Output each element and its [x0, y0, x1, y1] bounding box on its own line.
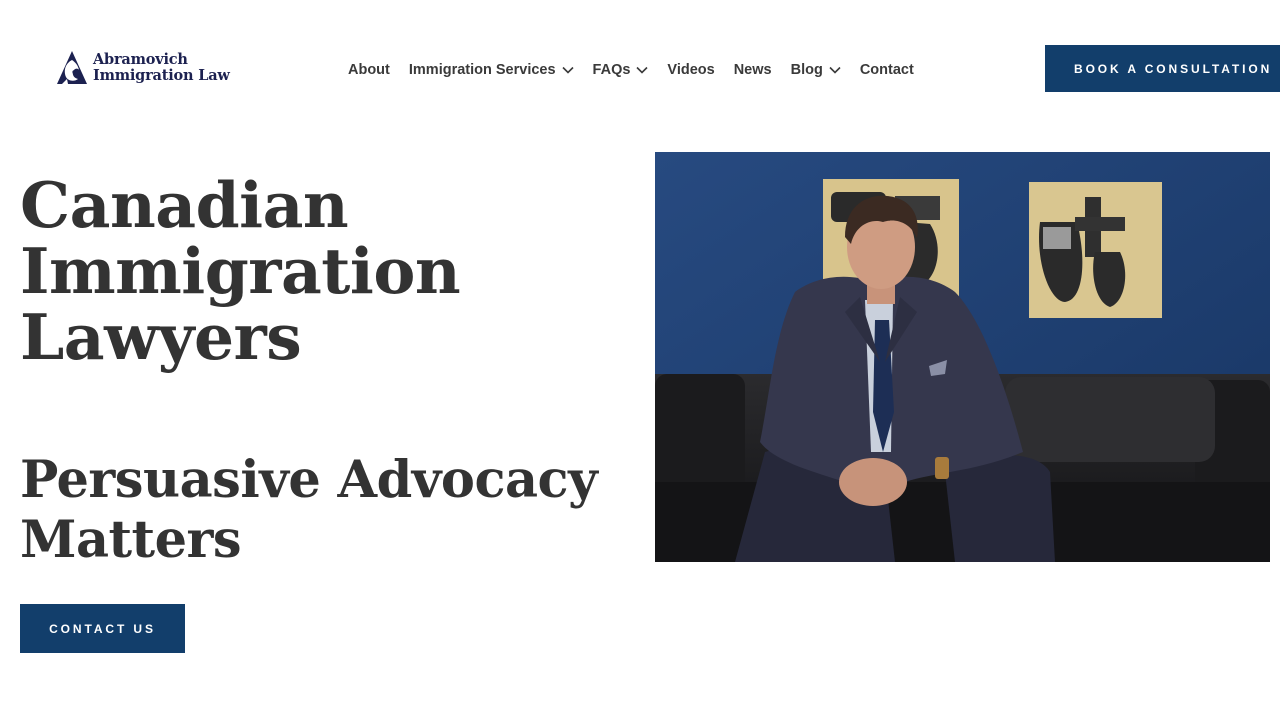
nav-label: News: [733, 62, 772, 78]
chevron-down-icon: [829, 66, 841, 74]
nav-label: Immigration Services: [408, 62, 556, 78]
nav-label: About: [348, 62, 390, 78]
hero-title-line: Lawyers: [20, 300, 302, 374]
logo-wordmark: Abramovich Immigration Law: [93, 52, 230, 84]
hero-title-line: Canadian: [20, 168, 349, 242]
nav-item-about[interactable]: About: [348, 62, 390, 78]
portrait-illustration: [655, 152, 1270, 562]
hero-title: Canadian Immigration Lawyers: [20, 172, 580, 370]
nav-label: Contact: [859, 62, 914, 78]
hero-subtitle-line: Matters: [20, 510, 242, 570]
nav-item-faqs[interactable]: FAQs: [593, 62, 649, 78]
contact-us-button[interactable]: CONTACT US: [20, 604, 185, 653]
hero-subtitle: Persuasive Advocacy Matters: [20, 450, 620, 570]
chevron-down-icon: [636, 66, 648, 74]
nav-item-immigration-services[interactable]: Immigration Services: [409, 62, 574, 78]
lion-shield-icon: [57, 51, 87, 84]
hero-title-line: Immigration: [20, 234, 461, 308]
nav-label: FAQs: [592, 62, 631, 78]
book-consultation-button[interactable]: BOOK A CONSULTATION: [1045, 45, 1280, 92]
hero-subtitle-line: Persuasive Advocacy: [20, 450, 598, 510]
logo-line-1: Abramovich: [93, 51, 188, 68]
nav-item-news[interactable]: News: [734, 62, 772, 78]
nav-label: Blog: [790, 62, 823, 78]
nav-item-contact[interactable]: Contact: [860, 62, 914, 78]
chevron-down-icon: [561, 66, 574, 74]
nav-item-blog[interactable]: Blog: [791, 62, 841, 78]
nav-label: Videos: [667, 62, 715, 78]
nav-item-videos[interactable]: Videos: [667, 62, 714, 78]
site-logo[interactable]: Abramovich Immigration Law: [54, 48, 244, 88]
lawyer-portrait-image: [655, 152, 1270, 562]
main-nav: About Immigration Services FAQs Videos N…: [348, 58, 914, 82]
wall-painting-right: [1029, 182, 1162, 318]
logo-line-2: Immigration Law: [93, 67, 230, 84]
